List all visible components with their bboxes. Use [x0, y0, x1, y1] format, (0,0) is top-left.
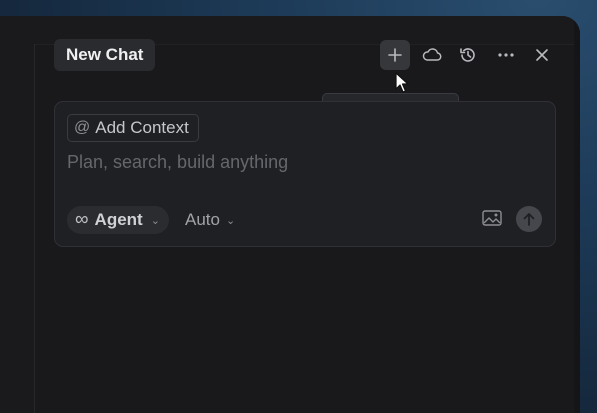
- chat-composer: @ Add Context ∞ Agent ⌄ Auto ⌄: [54, 101, 556, 247]
- editor-left-pane: [0, 44, 35, 413]
- history-button[interactable]: [453, 40, 483, 70]
- image-icon: [482, 210, 502, 226]
- chat-title-tab[interactable]: New Chat: [54, 39, 156, 71]
- plus-icon: [388, 48, 402, 62]
- agent-mode-dropdown[interactable]: ∞ Agent ⌄: [67, 206, 169, 234]
- prompt-input[interactable]: [67, 152, 537, 173]
- close-button[interactable]: [527, 40, 557, 70]
- chevron-down-icon: ⌄: [150, 214, 160, 227]
- cloud-icon: [422, 48, 442, 61]
- add-context-label: Add Context: [95, 118, 189, 137]
- at-icon: @: [74, 119, 91, 136]
- history-icon: [460, 48, 475, 62]
- more-icon: [498, 53, 514, 57]
- close-icon: [536, 49, 548, 61]
- mouse-cursor-icon: [395, 72, 409, 93]
- model-dropdown[interactable]: Auto ⌄: [185, 206, 235, 234]
- more-options-button[interactable]: [491, 40, 521, 70]
- infinity-icon: ∞: [75, 209, 89, 230]
- arrow-up-icon: [523, 213, 535, 226]
- agent-mode-label: Agent: [94, 210, 143, 229]
- cloud-button[interactable]: [417, 40, 447, 70]
- attach-image-button[interactable]: [482, 210, 502, 231]
- send-button[interactable]: [516, 206, 542, 232]
- chevron-down-icon: ⌄: [225, 214, 236, 227]
- add-context-button[interactable]: @ Add Context: [67, 114, 199, 142]
- model-label: Auto: [185, 210, 220, 229]
- new-tab-button[interactable]: [380, 40, 410, 70]
- window-right-edge: [574, 16, 580, 413]
